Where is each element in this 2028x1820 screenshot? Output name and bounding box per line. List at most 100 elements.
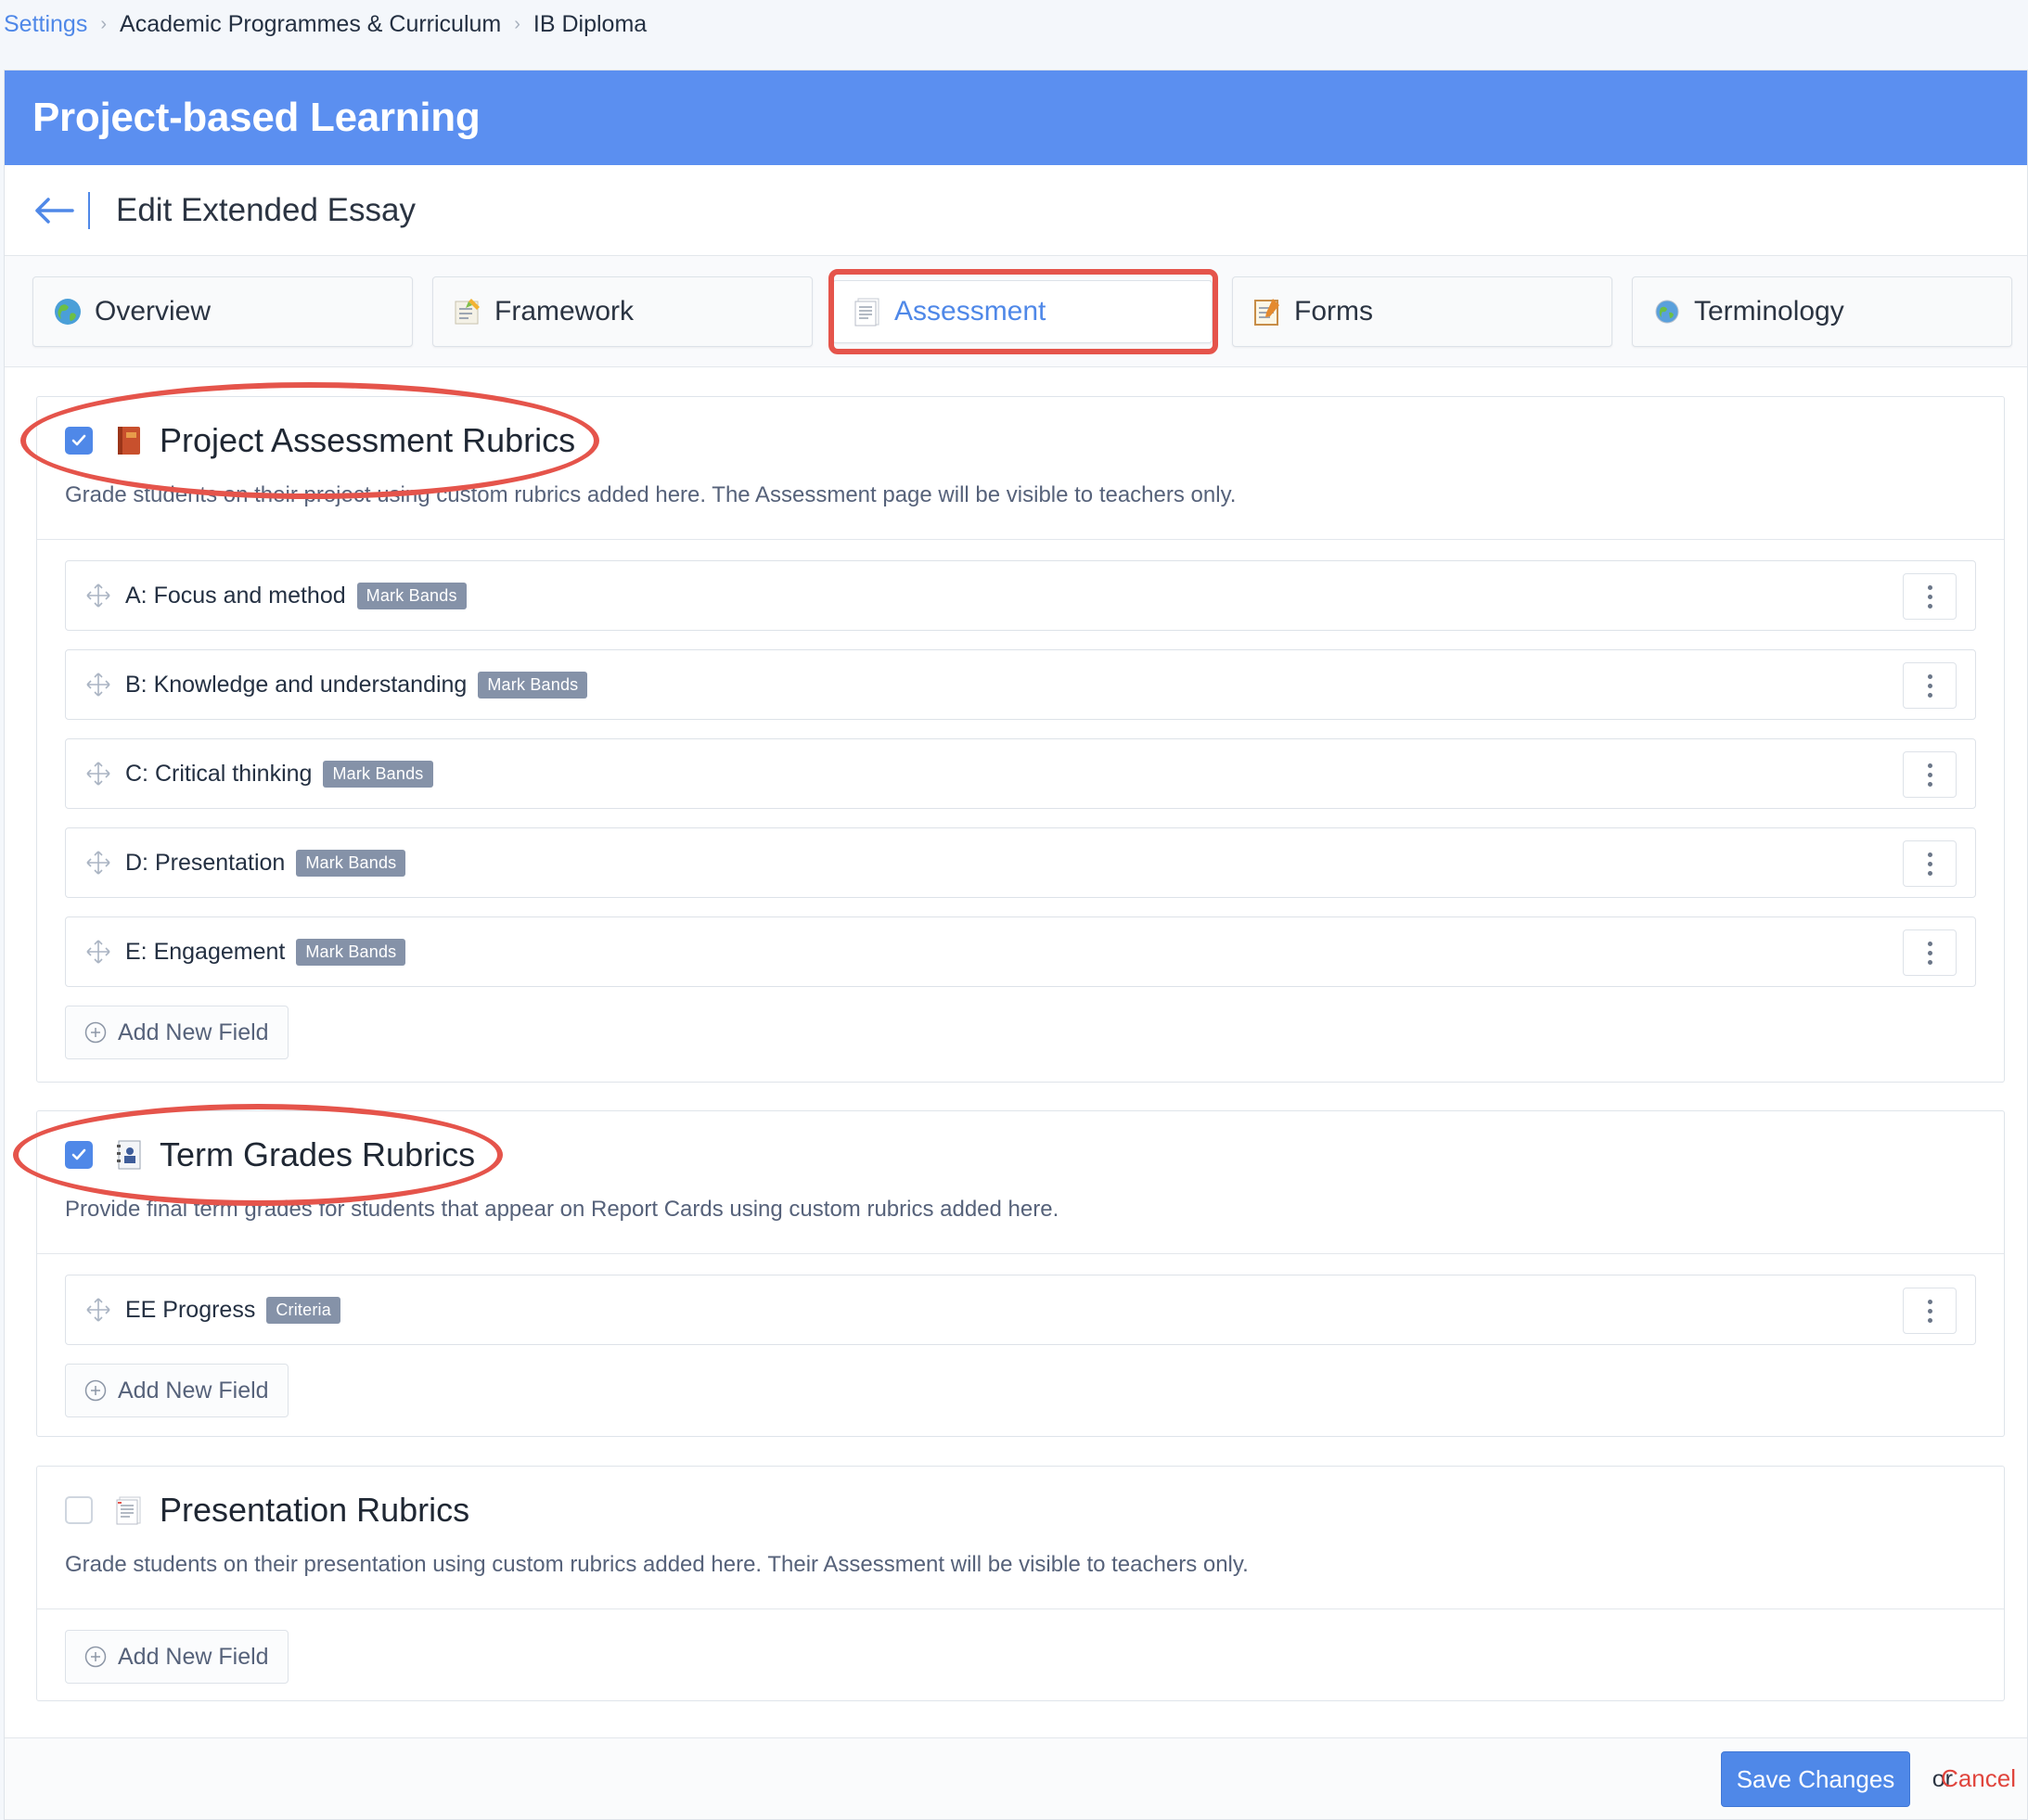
kebab-dot-icon — [1927, 861, 1932, 866]
field-row[interactable]: B: Knowledge and understanding Mark Band… — [65, 649, 1976, 720]
section-description: Grade students on their presentation usi… — [65, 1552, 1249, 1577]
field-label: E: Engagement — [125, 938, 286, 965]
cancel-link[interactable]: Cancel — [1941, 1764, 2016, 1793]
kebab-dot-icon — [1927, 852, 1932, 857]
section-header: Presentation Rubrics Grade students on t… — [37, 1467, 2004, 1609]
tab-label: Framework — [494, 296, 635, 327]
section-term-grades-rubrics: Term Grades Rubrics Provide final term g… — [36, 1110, 2005, 1437]
field-type-badge: Mark Bands — [323, 760, 433, 788]
drag-handle-icon[interactable] — [84, 671, 112, 699]
kebab-dot-icon — [1927, 1299, 1932, 1304]
field-row[interactable]: EE Progress Criteria — [65, 1275, 1976, 1345]
breadcrumb-separator: › — [514, 13, 520, 34]
add-new-field-button[interactable]: Add New Field — [65, 1630, 289, 1684]
kebab-dot-icon — [1927, 594, 1932, 599]
section-checkbox[interactable] — [65, 427, 93, 455]
checkmark-icon — [71, 434, 86, 446]
section-title-row: Term Grades Rubrics — [65, 1111, 1976, 1180]
tab-terminology[interactable]: Terminology — [1632, 276, 2012, 347]
kebab-dot-icon — [1927, 603, 1932, 609]
plus-circle-icon — [84, 1646, 107, 1668]
section-description: Provide final term grades for students t… — [65, 1197, 1059, 1222]
notepad-icon — [1251, 296, 1283, 327]
section-title-row: Project Assessment Rubrics — [65, 397, 1976, 466]
arrow-left-icon — [35, 197, 74, 224]
section-checkbox[interactable] — [65, 1496, 93, 1524]
tab-forms[interactable]: Forms — [1232, 276, 1612, 347]
drag-handle-icon[interactable] — [84, 1296, 112, 1324]
document-icon — [852, 296, 883, 327]
fields-list: EE Progress Criteria — [37, 1254, 2004, 1345]
memo-icon — [452, 296, 483, 327]
kebab-dot-icon — [1927, 584, 1932, 590]
back-button[interactable] — [31, 187, 77, 234]
field-label: A: Focus and method — [125, 582, 346, 609]
kebab-dot-icon — [1927, 950, 1932, 955]
field-type-badge: Mark Bands — [356, 582, 467, 609]
save-changes-button[interactable]: Save Changes — [1721, 1751, 1910, 1807]
breadcrumb-settings-link[interactable]: Settings — [4, 11, 87, 38]
add-new-field-button[interactable]: Add New Field — [65, 1006, 289, 1059]
section-description: Grade students on their project using cu… — [65, 482, 1237, 507]
field-row[interactable]: C: Critical thinking Mark Bands — [65, 738, 1976, 809]
drag-handle-icon[interactable] — [84, 849, 112, 877]
tab-overview[interactable]: Overview — [32, 276, 413, 347]
kebab-dot-icon — [1927, 870, 1932, 876]
tab-assessment[interactable]: Assessment — [832, 280, 1213, 343]
section-title: Presentation Rubrics — [160, 1491, 470, 1529]
section-project-assessment-rubrics: Project Assessment Rubrics Grade student… — [36, 396, 2005, 1083]
header-divider — [88, 191, 90, 229]
field-type-badge: Mark Bands — [296, 938, 406, 966]
section-presentation-rubrics: Presentation Rubrics Grade students on t… — [36, 1466, 2005, 1701]
breadcrumb-separator: › — [100, 13, 108, 34]
breadcrumb: Settings › Academic Programmes & Curricu… — [4, 6, 647, 43]
field-label: C: Critical thinking — [125, 760, 313, 787]
kebab-dot-icon — [1927, 673, 1932, 679]
book-icon — [113, 425, 145, 456]
more-options-button[interactable] — [1903, 573, 1957, 620]
drag-handle-icon[interactable] — [84, 938, 112, 966]
kebab-dot-icon — [1927, 763, 1932, 768]
tabs-bar: Overview Framework Assessment Forms Term… — [5, 256, 2027, 367]
tab-framework[interactable]: Framework — [432, 276, 813, 347]
breadcrumb-ib-diploma[interactable]: IB Diploma — [533, 11, 647, 38]
field-type-badge: Criteria — [266, 1296, 340, 1324]
globe-icon — [52, 296, 83, 327]
tab-label: Overview — [95, 296, 212, 327]
section-title: Term Grades Rubrics — [160, 1135, 476, 1173]
kebab-dot-icon — [1927, 692, 1932, 698]
add-new-field-label: Add New Field — [118, 1019, 269, 1045]
add-new-field-label: Add New Field — [118, 1377, 269, 1403]
field-label: B: Knowledge and understanding — [125, 671, 468, 698]
section-header: Project Assessment Rubrics Grade student… — [37, 397, 2004, 540]
page-title: Project-based Learning — [32, 95, 481, 140]
more-options-button[interactable] — [1903, 840, 1957, 887]
section-title: Project Assessment Rubrics — [160, 421, 576, 459]
drag-handle-icon[interactable] — [84, 582, 112, 609]
main-card: Project-based Learning Edit Extended Ess… — [4, 70, 2028, 1820]
field-row[interactable]: D: Presentation Mark Bands — [65, 827, 1976, 898]
field-row[interactable]: E: Engagement Mark Bands — [65, 916, 1976, 987]
section-checkbox[interactable] — [65, 1141, 93, 1169]
more-options-button[interactable] — [1903, 751, 1957, 798]
tab-label: Forms — [1294, 296, 1373, 327]
globe-small-icon — [1651, 296, 1683, 327]
tab-label: Terminology — [1694, 296, 1844, 327]
kebab-dot-icon — [1927, 781, 1932, 787]
kebab-dot-icon — [1927, 772, 1932, 777]
kebab-dot-icon — [1927, 683, 1932, 688]
breadcrumb-academic-programmes[interactable]: Academic Programmes & Curriculum — [120, 11, 501, 38]
more-options-button[interactable] — [1903, 662, 1957, 709]
kebab-dot-icon — [1927, 1317, 1932, 1323]
drag-handle-icon[interactable] — [84, 760, 112, 788]
kebab-dot-icon — [1927, 959, 1932, 965]
plus-circle-icon — [84, 1021, 107, 1044]
add-new-field-button[interactable]: Add New Field — [65, 1364, 289, 1417]
more-options-button[interactable] — [1903, 1288, 1957, 1334]
plus-circle-icon — [84, 1379, 107, 1402]
more-options-button[interactable] — [1903, 929, 1957, 976]
kebab-dot-icon — [1927, 941, 1932, 946]
page-banner: Project-based Learning — [5, 70, 2027, 165]
edit-title: Edit Extended Essay — [116, 191, 416, 228]
field-row[interactable]: A: Focus and method Mark Bands — [65, 560, 1976, 631]
